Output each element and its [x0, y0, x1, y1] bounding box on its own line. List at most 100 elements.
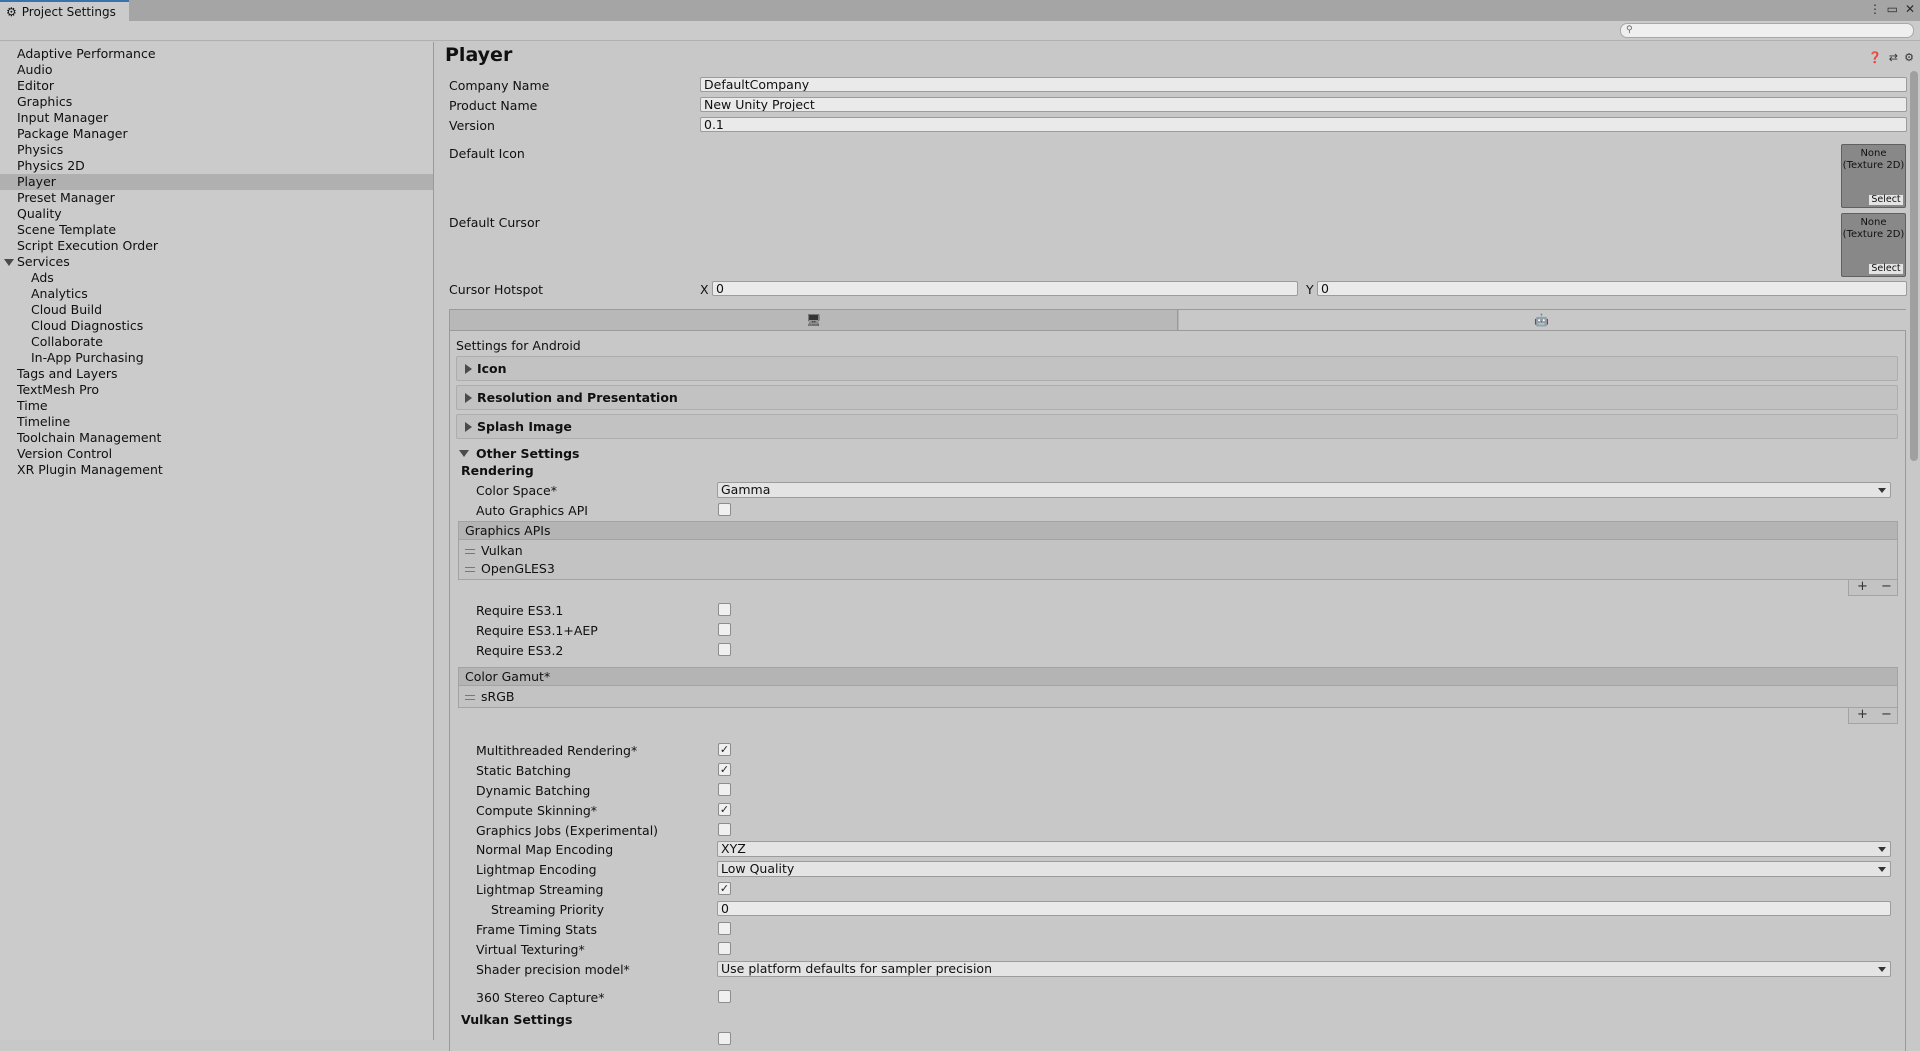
sidebar-item[interactable]: XR Plugin Management: [0, 462, 433, 478]
help-icon[interactable]: ❓: [1868, 51, 1882, 64]
company-name-label: Company Name: [449, 78, 550, 93]
chevron-down-icon: [1878, 488, 1886, 493]
company-name-field[interactable]: DefaultCompany: [700, 77, 1907, 92]
sidebar-item[interactable]: In-App Purchasing: [0, 350, 433, 366]
sidebar-item[interactable]: Time: [0, 398, 433, 414]
tab-standalone[interactable]: 🖥: [450, 310, 1178, 330]
object-type-text: (Texture 2D): [1842, 160, 1905, 171]
streaming-priority-field[interactable]: 0: [717, 901, 1891, 916]
project-settings-tab[interactable]: ⚙ Project Settings: [0, 0, 129, 21]
color-gamut-header: Color Gamut*: [458, 667, 1898, 686]
sidebar-item[interactable]: Scene Template: [0, 222, 433, 238]
sidebar-item[interactable]: Cloud Diagnostics: [0, 318, 433, 334]
vertical-scrollbar[interactable]: [1908, 59, 1919, 1039]
sidebar-item[interactable]: Services: [0, 254, 433, 270]
toggle-checkbox[interactable]: [718, 783, 731, 796]
object-none-text: None: [1860, 217, 1887, 228]
version-field[interactable]: 0.1: [700, 117, 1907, 132]
require-es31-checkbox[interactable]: [718, 603, 731, 616]
sidebar-item[interactable]: Collaborate: [0, 334, 433, 350]
lightmap-encoding-value: Low Quality: [721, 861, 795, 876]
sidebar-item[interactable]: Audio: [0, 62, 433, 78]
virtual-texturing-checkbox[interactable]: [718, 942, 731, 955]
sidebar-item[interactable]: Graphics: [0, 94, 433, 110]
expand-triangle-icon[interactable]: [4, 259, 14, 266]
toggle-checkbox[interactable]: ✓: [718, 743, 731, 756]
require-es31aep-checkbox[interactable]: [718, 623, 731, 636]
lightmap-streaming-checkbox[interactable]: ✓: [718, 882, 731, 895]
search-input[interactable]: ⚲: [1620, 23, 1914, 38]
drag-handle-icon[interactable]: [465, 695, 475, 700]
sidebar-item[interactable]: Timeline: [0, 414, 433, 430]
sidebar-item-label: Preset Manager: [17, 190, 115, 205]
sidebar-item[interactable]: Adaptive Performance: [0, 46, 433, 62]
icon-foldout[interactable]: Icon: [456, 356, 1898, 381]
other-settings-foldout[interactable]: Other Settings: [456, 445, 756, 463]
resolution-foldout[interactable]: Resolution and Presentation: [456, 385, 1898, 410]
sidebar-item[interactable]: TextMesh Pro: [0, 382, 433, 398]
frame-timing-checkbox[interactable]: [718, 922, 731, 935]
auto-graphics-checkbox[interactable]: [718, 503, 731, 516]
sidebar-item-label: Input Manager: [17, 110, 109, 125]
sidebar-item[interactable]: Cloud Build: [0, 302, 433, 318]
more-options-icon[interactable]: ⋮: [1869, 2, 1881, 16]
default-cursor-field[interactable]: None (Texture 2D) Select: [1841, 213, 1906, 277]
toolbar: ⚲: [0, 21, 1920, 41]
sidebar-item[interactable]: Preset Manager: [0, 190, 433, 206]
sidebar-item[interactable]: Player: [0, 174, 433, 190]
require-es32-checkbox[interactable]: [718, 643, 731, 656]
default-icon-field[interactable]: None (Texture 2D) Select: [1841, 144, 1906, 208]
select-cursor-button[interactable]: Select: [1868, 263, 1904, 275]
remove-item-button[interactable]: −: [1881, 707, 1892, 722]
vulkan-settings-header: Vulkan Settings: [461, 1012, 573, 1027]
graphics-api-item[interactable]: Vulkan: [481, 543, 523, 558]
remove-item-button[interactable]: −: [1881, 579, 1892, 594]
tab-android[interactable]: 🤖: [1179, 310, 1906, 330]
sidebar-item[interactable]: Package Manager: [0, 126, 433, 142]
stereo-capture-checkbox[interactable]: [718, 990, 731, 1003]
lightmap-encoding-dropdown[interactable]: Low Quality: [717, 861, 1891, 877]
sidebar-item[interactable]: Quality: [0, 206, 433, 222]
scrollbar-thumb[interactable]: [1910, 71, 1918, 461]
hotspot-x-field[interactable]: 0: [712, 281, 1298, 296]
rendering-header: Rendering: [461, 463, 534, 478]
color-space-dropdown[interactable]: Gamma: [717, 482, 1891, 498]
sidebar-item[interactable]: Physics: [0, 142, 433, 158]
add-item-button[interactable]: +: [1857, 707, 1868, 722]
toggle-label: Static Batching: [476, 763, 571, 778]
sidebar-item-label: Script Execution Order: [17, 238, 159, 253]
hotspot-y-field[interactable]: 0: [1317, 281, 1907, 296]
sidebar-item[interactable]: Analytics: [0, 286, 433, 302]
sidebar-item[interactable]: Ads: [0, 270, 433, 286]
drag-handle-icon[interactable]: [465, 549, 475, 554]
sidebar-item[interactable]: Tags and Layers: [0, 366, 433, 382]
sidebar-item[interactable]: Toolchain Management: [0, 430, 433, 446]
select-icon-button[interactable]: Select: [1868, 194, 1904, 206]
close-icon[interactable]: ✕: [1905, 2, 1915, 16]
add-item-button[interactable]: +: [1857, 579, 1868, 594]
shader-precision-dropdown[interactable]: Use platform defaults for sampler precis…: [717, 961, 1891, 977]
srgb-write-checkbox[interactable]: [718, 1032, 731, 1045]
android-icon: 🤖: [1534, 313, 1549, 327]
hotspot-y-label: Y: [1306, 282, 1314, 297]
settings-sidebar: Adaptive Performance Audio Editor Graphics I…: [0, 42, 434, 1040]
splash-foldout[interactable]: Splash Image: [456, 414, 1898, 439]
sidebar-item[interactable]: Editor: [0, 78, 433, 94]
toggle-checkbox[interactable]: ✓: [718, 803, 731, 816]
sidebar-item[interactable]: Version Control: [0, 446, 433, 462]
sidebar-item-label: Graphics: [17, 94, 73, 109]
toggle-checkbox[interactable]: ✓: [718, 763, 731, 776]
sidebar-item[interactable]: Script Execution Order: [0, 238, 433, 254]
sidebar-item[interactable]: Physics 2D: [0, 158, 433, 174]
normal-map-dropdown[interactable]: XYZ: [717, 841, 1891, 857]
toggle-checkbox[interactable]: [718, 823, 731, 836]
maximize-icon[interactable]: ▭: [1887, 2, 1898, 16]
sidebar-item[interactable]: Input Manager: [0, 110, 433, 126]
product-name-field[interactable]: New Unity Project: [700, 97, 1907, 112]
page-title: Player: [445, 44, 513, 66]
graphics-api-item[interactable]: OpenGLES3: [481, 561, 555, 576]
drag-handle-icon[interactable]: [465, 567, 475, 572]
collapsed-arrow-icon: [465, 422, 472, 432]
preset-icon[interactable]: ⇄: [1889, 51, 1898, 64]
color-gamut-item[interactable]: sRGB: [481, 689, 514, 704]
